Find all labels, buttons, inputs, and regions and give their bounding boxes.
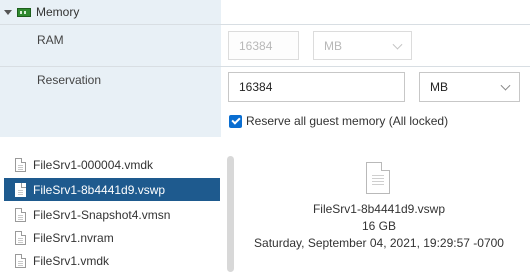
ram-label: RAM — [37, 33, 64, 47]
chevron-down-icon — [392, 39, 403, 50]
file-list-item[interactable]: FileSrv1-Snapshot4.vmsn — [4, 203, 220, 226]
file-name: FileSrv1-000004.vmdk — [33, 157, 154, 172]
file-icon — [15, 182, 26, 197]
ram-unit-value: MB — [324, 38, 342, 53]
file-list-item[interactable]: FileSrv1.nvram — [4, 226, 220, 249]
memory-section-header[interactable]: Memory — [4, 3, 79, 21]
file-preview: FileSrv1-8b4441d9.vswp 16 GB Saturday, S… — [238, 150, 530, 275]
file-icon — [15, 157, 26, 172]
file-icon — [15, 207, 26, 222]
file-name: FileSrv1-8b4441d9.vswp — [33, 182, 166, 197]
preview-file-name: FileSrv1-8b4441d9.vswp — [312, 202, 446, 216]
memory-chip-icon — [17, 7, 31, 17]
reservation-unit-value: MB — [430, 80, 448, 94]
memory-settings: Memory RAM 16384 MB Reservation 16384 MB… — [0, 0, 530, 137]
file-icon — [15, 253, 26, 268]
ram-unit-select[interactable]: MB — [313, 31, 412, 60]
reservation-unit-select[interactable]: MB — [419, 72, 520, 102]
ram-value: 16384 — [239, 38, 273, 53]
reserve-all-label: Reserve all guest memory (All locked) — [246, 114, 449, 128]
file-list-item[interactable]: FileSrv1-000004.vmdk — [4, 153, 220, 176]
file-icon — [366, 162, 390, 194]
reservation-label: Reservation — [37, 73, 102, 87]
file-list: FileSrv1-000004.vmdk FileSrv1-8b4441d9.v… — [0, 150, 226, 275]
caret-down-icon[interactable] — [4, 9, 12, 15]
file-list-item[interactable]: FileSrv1.vmdk — [4, 249, 220, 272]
divider — [0, 66, 530, 67]
divider — [0, 24, 530, 25]
file-name: FileSrv1.vmdk — [33, 253, 110, 268]
reservation-value: 16384 — [239, 80, 273, 94]
reservation-input[interactable]: 16384 — [228, 72, 405, 102]
file-icon — [15, 230, 26, 245]
preview-modified-date: Saturday, September 04, 2021, 19:29:57 -… — [254, 236, 504, 250]
chevron-down-icon — [500, 80, 511, 91]
file-list-item-selected[interactable]: FileSrv1-8b4441d9.vswp — [4, 178, 220, 201]
reserve-all-checkbox[interactable] — [229, 114, 242, 128]
ram-input[interactable]: 16384 — [228, 31, 299, 60]
file-name: FileSrv1.nvram — [33, 230, 114, 245]
memory-section-title: Memory — [36, 5, 80, 19]
file-list-scrollbar[interactable] — [227, 156, 234, 272]
preview-file-size: 16 GB — [361, 219, 397, 233]
reserve-all-option[interactable]: Reserve all guest memory (All locked) — [229, 114, 448, 128]
file-name: FileSrv1-Snapshot4.vmsn — [33, 207, 171, 222]
